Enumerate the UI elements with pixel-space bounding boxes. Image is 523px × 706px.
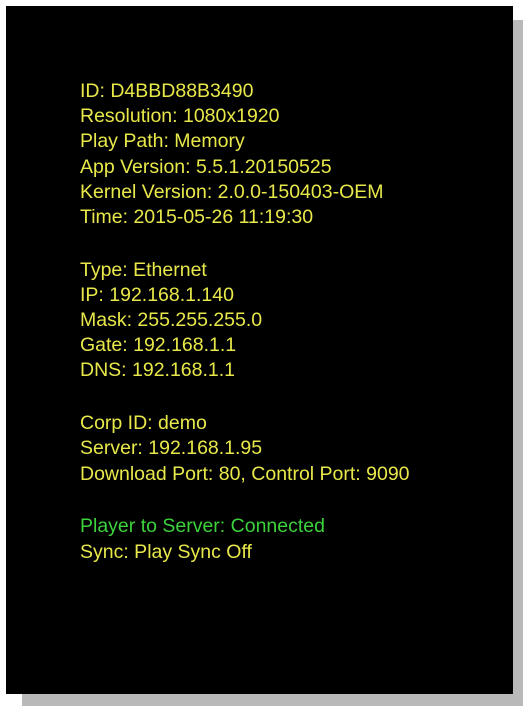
sync-status-text: Sync: Play Sync Off <box>80 540 252 563</box>
time-text: Time: 2015-05-26 11:19:30 <box>80 205 314 228</box>
ip-text: IP: 192.168.1.140 <box>80 283 234 306</box>
player-info-screen: ID: D4BBD88B3490 Resolution: 1080x1920 P… <box>6 6 513 694</box>
ports-text: Download Port: 80, Control Port: 9090 <box>80 462 410 485</box>
connection-status-text: Player to Server: Connected <box>80 515 325 538</box>
network-type-text: Type: Ethernet <box>80 258 207 281</box>
resolution-text: Resolution: 1080x1920 <box>80 105 280 128</box>
app-version-text: App Version: 5.5.1.20150525 <box>80 155 332 178</box>
device-id-text: ID: D4BBD88B3490 <box>80 80 254 102</box>
kernel-version-text: Kernel Version: 2.0.0-150403-OEM <box>80 180 384 203</box>
player-info-panel: ID: D4BBD88B3490 Resolution: 1080x1920 P… <box>80 79 410 565</box>
play-path-text: Play Path: Memory <box>80 130 245 153</box>
mask-text: Mask: 255.255.255.0 <box>80 309 263 332</box>
server-text: Server: 192.168.1.95 <box>80 437 263 460</box>
dns-text: DNS: 192.168.1.1 <box>80 359 236 382</box>
gate-text: Gate: 192.168.1.1 <box>80 334 237 357</box>
corp-id-text: Corp ID: demo <box>80 412 207 435</box>
